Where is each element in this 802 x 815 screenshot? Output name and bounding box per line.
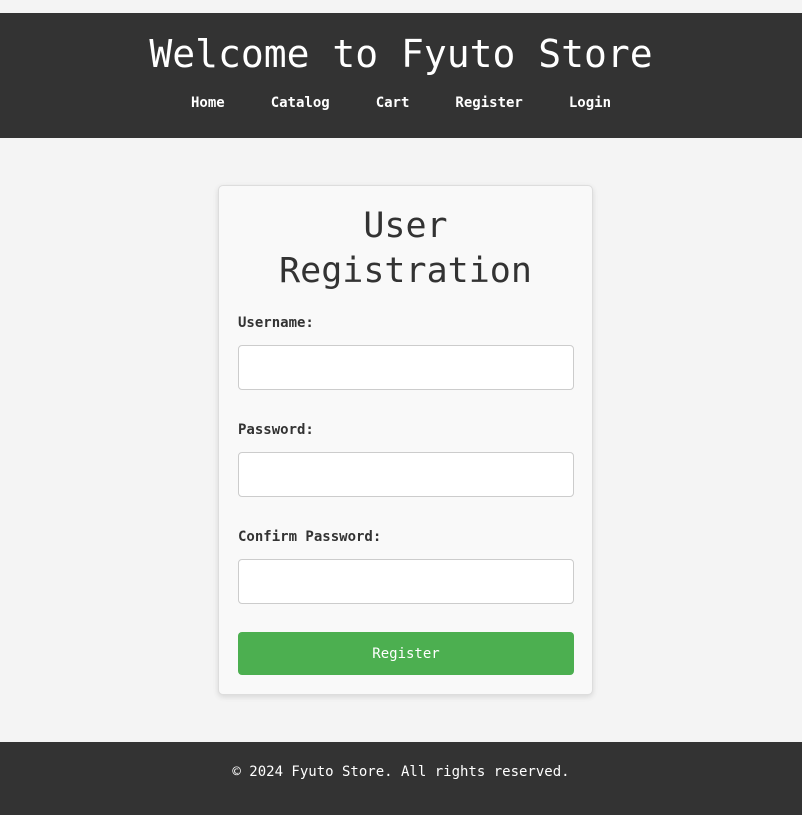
nav-link-catalog[interactable]: Catalog — [248, 93, 353, 113]
username-label: Username: — [238, 315, 314, 331]
main-nav: Home Catalog Cart Register Login — [0, 93, 802, 113]
confirm-password-input[interactable] — [238, 559, 574, 604]
nav-link-home[interactable]: Home — [168, 93, 248, 113]
site-header: Welcome to Fyuto Store Home Catalog Cart… — [0, 13, 802, 138]
nav-link-cart[interactable]: Cart — [353, 93, 433, 113]
password-label: Password: — [238, 422, 314, 438]
nav-link-register[interactable]: Register — [432, 93, 545, 113]
top-strip — [0, 0, 802, 13]
site-title: Welcome to Fyuto Store — [149, 32, 653, 76]
main-content: User Registration Username: Password: Co… — [0, 138, 802, 742]
form-title: User Registration — [279, 206, 532, 291]
nav-link-login[interactable]: Login — [546, 93, 634, 113]
password-input[interactable] — [238, 452, 574, 497]
confirm-password-label: Confirm Password: — [238, 529, 382, 545]
site-footer: © 2024 Fyuto Store. All rights reserved. — [0, 742, 802, 815]
registration-form: User Registration Username: Password: Co… — [218, 185, 593, 695]
copyright-text: © 2024 Fyuto Store. All rights reserved. — [232, 764, 570, 780]
register-button[interactable]: Register — [238, 632, 574, 675]
username-input[interactable] — [238, 345, 574, 390]
